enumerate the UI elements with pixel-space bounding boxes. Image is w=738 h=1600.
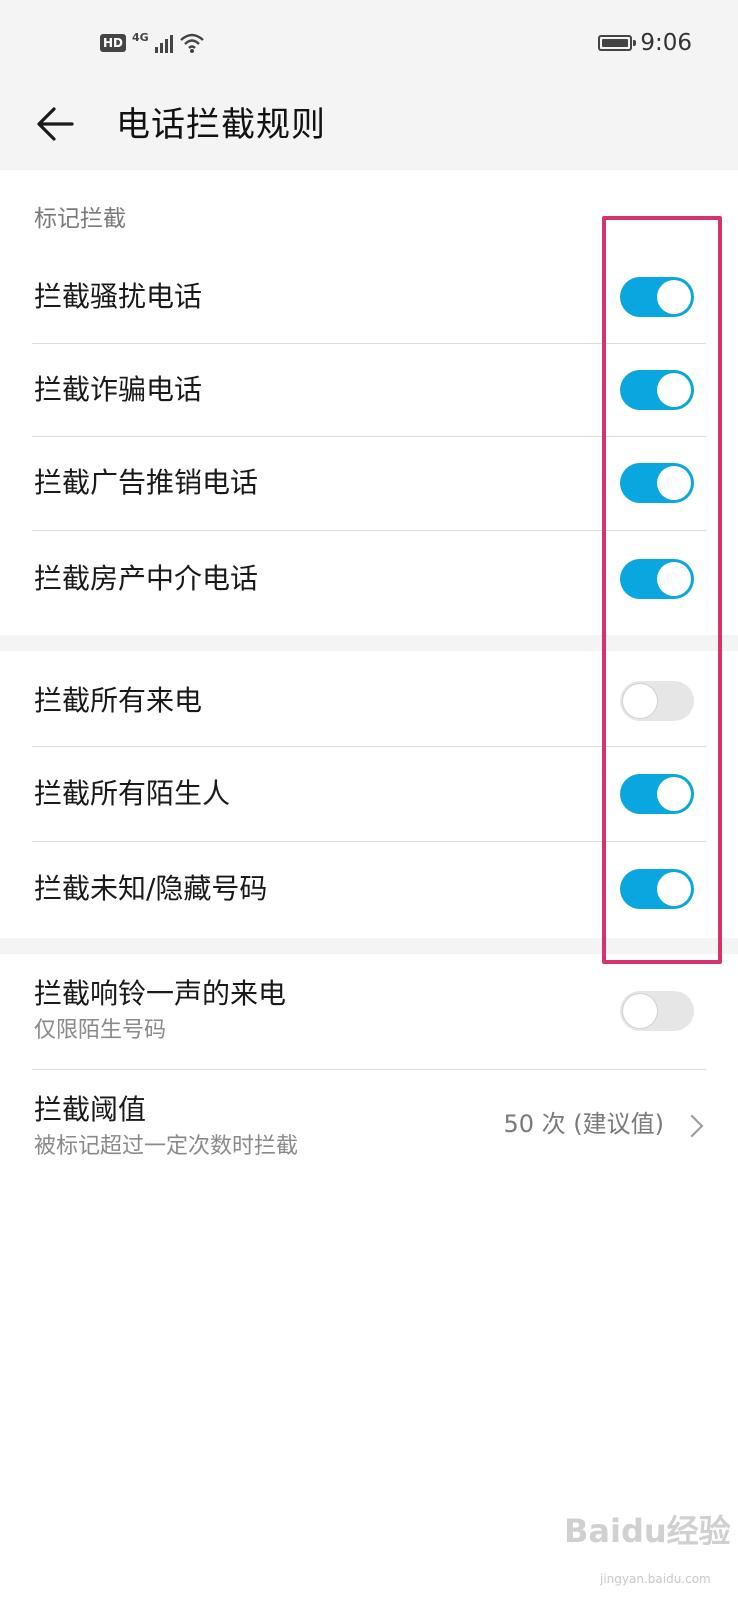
rule-label: 拦截广告推销电话 [34,466,259,499]
rule-label: 拦截所有来电 [34,684,203,717]
rule-row-one-ring[interactable]: 拦截响铃一声的来电 仅限陌生号码 [0,954,738,1070]
rule-label: 拦截骚扰电话 [34,280,203,313]
hd-icon: HD [100,34,127,52]
battery-icon [598,35,637,51]
status-right: 9:06 [598,30,692,56]
rule-label: 拦截未知/隐藏号码 [34,872,268,905]
threshold-sublabel: 被标记超过一定次数时拦截 [34,1134,299,1159]
rule-label: 拦截响铃一声的来电 [34,977,287,1010]
back-arrow-icon[interactable] [34,102,78,146]
chevron-right-icon [680,1114,704,1138]
wifi-icon [179,33,204,53]
status-left: HD 4G [100,30,205,54]
highlight-box [602,216,722,964]
watermark-sub: jingyan.baidu.com [600,1572,711,1586]
app-bar: 电话拦截规则 [0,90,738,170]
threshold-row[interactable]: 拦截阈值 被标记超过一定次数时拦截 50 次 (建议值) [0,1070,738,1186]
status-bar: HD 4G 9:06 [0,0,738,90]
toggle-knob [623,994,657,1028]
page-title: 电话拦截规则 [116,105,326,145]
rule-label: 拦截房产中介电话 [34,562,259,595]
toggle-switch[interactable] [620,991,694,1031]
rule-label: 拦截诈骗电话 [34,373,203,406]
rule-label: 拦截所有陌生人 [34,777,231,810]
network-type: 4G [132,30,149,44]
clock: 9:06 [640,30,692,56]
watermark: Baidu经验 [564,1512,731,1550]
rule-sublabel: 仅限陌生号码 [34,1018,167,1043]
threshold-value: 50 次 (建议值) [503,1110,664,1138]
threshold-label: 拦截阈值 [34,1093,147,1126]
section-label-marked: 标记拦截 [34,206,126,232]
signal-icon [154,33,173,53]
